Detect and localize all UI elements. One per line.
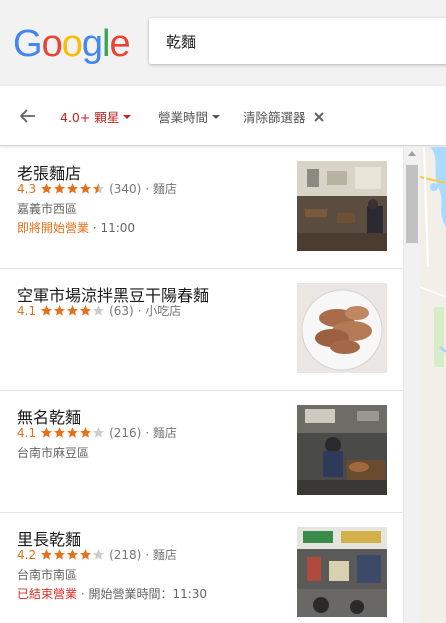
search-box[interactable] <box>149 18 446 64</box>
star-full-icon <box>67 427 79 438</box>
star-full-icon <box>41 305 53 316</box>
star-full-icon <box>67 305 79 316</box>
star-rating <box>40 304 105 317</box>
search-input[interactable] <box>166 31 436 51</box>
rating-value: 4.1 <box>17 425 37 440</box>
clear-filters-button[interactable]: 清除篩選器 <box>243 107 325 126</box>
separator: · <box>145 181 150 196</box>
star-full-icon <box>67 183 79 194</box>
star-full-icon <box>54 305 66 316</box>
hours-filter-label: 營業時間 <box>158 110 209 125</box>
rating-line: 4.2 (218) · 麵店 <box>17 546 177 563</box>
star-empty-icon <box>93 305 105 316</box>
google-logo[interactable]: Google <box>13 22 131 66</box>
logo-letter: g <box>81 23 103 65</box>
rating-line: 4.3 (340) · 麵店 <box>17 180 177 197</box>
star-empty-icon <box>93 549 105 560</box>
star-rating <box>40 182 105 195</box>
scrollbar-thumb[interactable] <box>406 165 418 243</box>
close-icon <box>313 111 324 122</box>
result-item[interactable]: 里長乾麵 4.2 (218) · 麵店 台南市南區 已結束營業 · 開始營業時間… <box>0 513 403 623</box>
category: 麵店 <box>152 182 177 196</box>
logo-letter: l <box>101 23 111 65</box>
header: Google <box>0 0 446 86</box>
rating-filter-button[interactable]: 4.0+ 顆星 <box>60 107 132 126</box>
opening-time: · 開始營業時間：11:30 <box>80 587 208 601</box>
restaurant-photo[interactable] <box>297 405 387 495</box>
rating-filter-label: 4.0+ 顆星 <box>60 110 120 125</box>
category: 麵店 <box>152 426 177 440</box>
restaurant-photo[interactable] <box>297 527 387 617</box>
address: 台南市麻豆區 <box>17 446 90 460</box>
star-full-icon <box>41 427 53 438</box>
filter-bar: 4.0+ 顆星 營業時間 清除篩選器 <box>0 86 446 146</box>
chevron-down-icon <box>212 115 221 119</box>
opening-time: · 11:00 <box>92 221 136 235</box>
hours-line: 即將開始營業 · 11:00 <box>17 219 135 236</box>
separator: · <box>145 547 150 562</box>
separator: · <box>137 303 142 318</box>
star-half-icon <box>93 183 105 194</box>
star-full-icon <box>80 305 92 316</box>
rating-line: 4.1 (216) · 麵店 <box>17 424 177 441</box>
review-count: (216) <box>109 425 142 440</box>
category: 小吃店 <box>145 304 182 318</box>
hours-filter-button[interactable]: 營業時間 <box>158 107 221 126</box>
address: 嘉義市西區 <box>17 202 78 216</box>
map-panel[interactable] <box>420 147 446 623</box>
closed-status: 已結束營業 <box>17 587 78 601</box>
star-full-icon <box>80 427 92 438</box>
logo-letter: o <box>41 23 63 65</box>
star-full-icon <box>54 427 66 438</box>
logo-letter: o <box>61 23 83 65</box>
restaurant-photo[interactable] <box>297 161 387 251</box>
address: 台南市南區 <box>17 568 78 582</box>
rating-value: 4.2 <box>17 547 37 562</box>
result-item[interactable]: 老張麵店 4.3 (340) · 麵店 嘉義市西區 即將開始營業 · 11:00 <box>0 147 403 269</box>
rating-line: 4.1 (63) · 小吃店 <box>17 302 181 319</box>
star-full-icon <box>80 183 92 194</box>
restaurant-photo[interactable] <box>297 283 387 373</box>
star-full-icon <box>54 183 66 194</box>
star-rating <box>40 426 105 439</box>
back-button[interactable] <box>18 106 38 126</box>
star-empty-icon <box>93 427 105 438</box>
review-count: (340) <box>109 181 142 196</box>
opening-status: 即將開始營業 <box>17 221 90 235</box>
clear-filters-label: 清除篩選器 <box>243 110 306 125</box>
logo-letter: G <box>13 23 43 65</box>
scroll-up-arrow-icon[interactable] <box>408 151 416 156</box>
separator: · <box>145 425 150 440</box>
chevron-down-icon <box>123 115 132 119</box>
back-arrow-icon <box>19 109 35 123</box>
logo-letter: e <box>109 23 130 65</box>
review-count: (63) <box>109 303 134 318</box>
rating-value: 4.3 <box>17 181 37 196</box>
star-full-icon <box>80 549 92 560</box>
star-full-icon <box>54 549 66 560</box>
star-full-icon <box>67 549 79 560</box>
scrollbar[interactable] <box>403 147 420 623</box>
rating-value: 4.1 <box>17 303 37 318</box>
hours-line: 已結束營業 · 開始營業時間：11:30 <box>17 585 207 602</box>
result-item[interactable]: 空軍市場涼拌黑豆干陽春麵 4.1 (63) · 小吃店 <box>0 269 403 391</box>
star-rating <box>40 548 105 561</box>
result-item[interactable]: 無名乾麵 4.1 (216) · 麵店 台南市麻豆區 <box>0 391 403 513</box>
results-list: 老張麵店 4.3 (340) · 麵店 嘉義市西區 即將開始營業 · 11:00 <box>0 147 403 623</box>
category: 麵店 <box>152 548 177 562</box>
star-full-icon <box>41 549 53 560</box>
review-count: (218) <box>109 547 142 562</box>
star-full-icon <box>41 183 53 194</box>
